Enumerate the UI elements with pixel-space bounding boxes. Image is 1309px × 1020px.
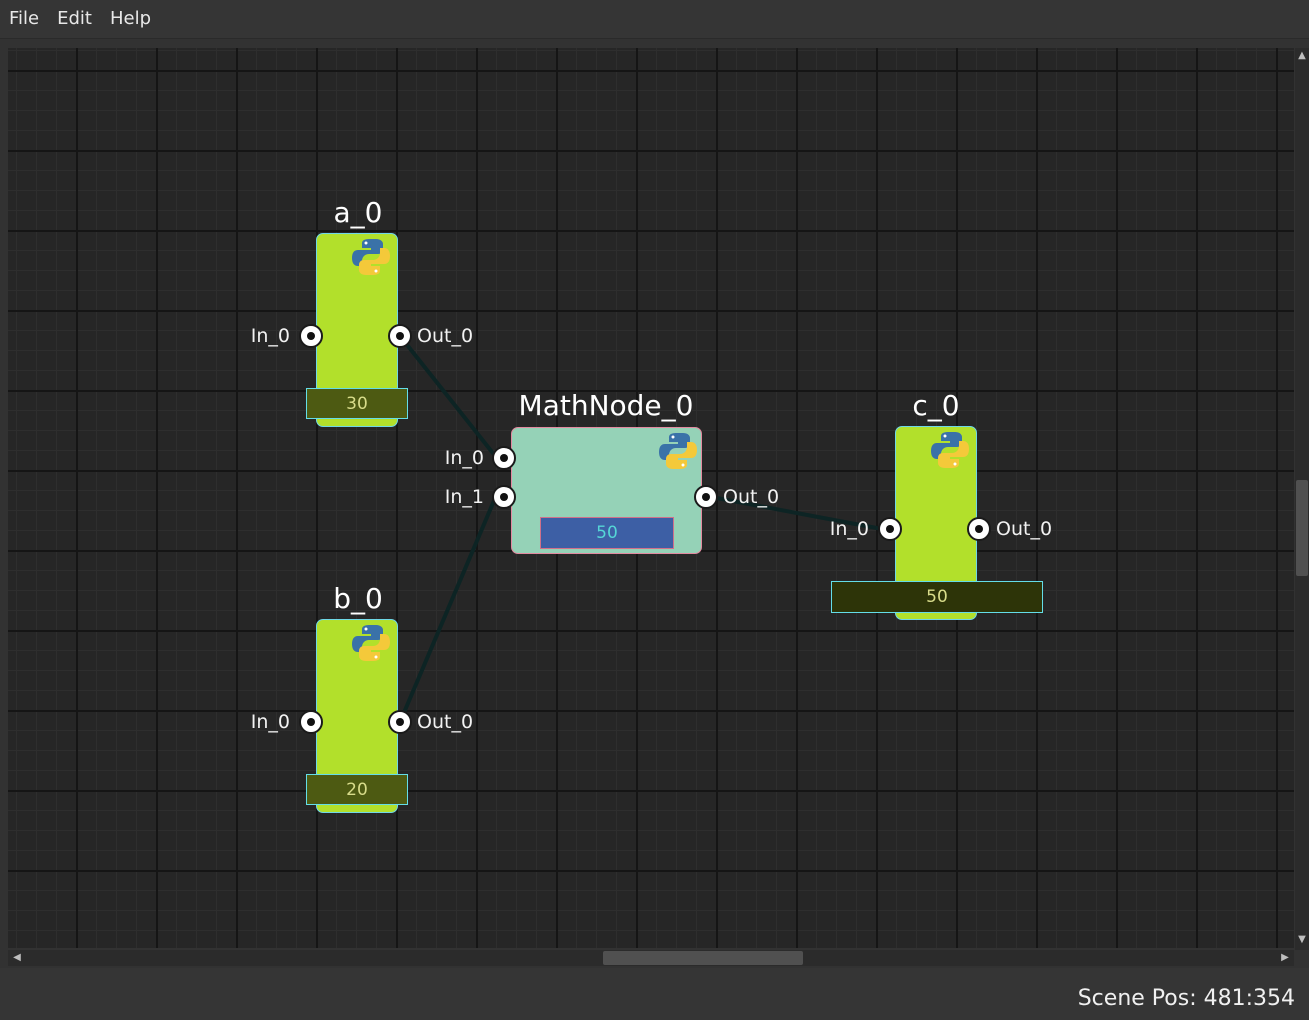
math-node-title: MathNode_0: [518, 389, 694, 422]
node-a-out-port[interactable]: [388, 324, 412, 348]
node-graph-canvas[interactable]: a_0 30 In_0 Out_0 b_0 20 In_0 Out_0 Math…: [8, 48, 1294, 948]
node-b-out-label: Out_0: [417, 711, 474, 733]
horizontal-scroll-thumb[interactable]: [603, 951, 803, 965]
scene-position-readout: Scene Pos: 481:354: [1077, 986, 1295, 1011]
vertical-scroll-thumb[interactable]: [1296, 480, 1308, 576]
menu-bar: File Edit Help: [0, 0, 1309, 39]
node-b-value-field[interactable]: 20: [306, 774, 408, 805]
node-a-title: a_0: [333, 196, 383, 229]
vertical-scrollbar[interactable]: ▲ ▼: [1295, 48, 1309, 950]
scroll-up-arrow-icon[interactable]: ▲: [1295, 50, 1309, 62]
python-logo-icon: [352, 625, 390, 661]
node-a-value-field[interactable]: 30: [306, 388, 408, 419]
node-a-out-label: Out_0: [417, 325, 474, 347]
node-b-in-label: In_0: [250, 711, 290, 733]
edge-a-to-math[interactable]: [398, 334, 498, 459]
math-node-in0-port[interactable]: [492, 446, 516, 470]
node-a-in-port[interactable]: [299, 324, 323, 348]
math-node[interactable]: 50: [511, 427, 702, 554]
math-node-out-label: Out_0: [723, 486, 780, 508]
menu-edit[interactable]: Edit: [48, 0, 101, 38]
node-c-value-field[interactable]: 50: [831, 581, 1043, 613]
python-logo-icon: [352, 239, 390, 275]
node-c-title: c_0: [912, 389, 960, 422]
node-b-in-port[interactable]: [299, 710, 323, 734]
python-logo-icon: [659, 433, 697, 469]
math-node-in1-label: In_1: [444, 486, 484, 508]
scroll-down-arrow-icon[interactable]: ▼: [1295, 934, 1309, 946]
node-c-in-port[interactable]: [878, 517, 902, 541]
node-b[interactable]: 20: [306, 619, 408, 813]
node-a-in-label: In_0: [250, 325, 290, 347]
edge-b-to-math[interactable]: [398, 495, 498, 723]
menu-help[interactable]: Help: [101, 0, 160, 38]
status-bar: Scene Pos: 481:354: [0, 968, 1309, 1020]
menu-file[interactable]: File: [0, 0, 48, 38]
math-node-in1-port[interactable]: [492, 485, 516, 509]
math-node-out-port[interactable]: [694, 485, 718, 509]
scroll-right-arrow-icon[interactable]: ▶: [1278, 952, 1292, 964]
node-b-out-port[interactable]: [388, 710, 412, 734]
node-c-in-label: In_0: [829, 518, 869, 540]
node-a[interactable]: 30: [306, 233, 408, 427]
node-c[interactable]: 50: [831, 426, 1043, 620]
python-logo-icon: [931, 432, 969, 468]
horizontal-scrollbar[interactable]: ◀ ▶: [8, 950, 1294, 966]
math-node-in0-label: In_0: [444, 447, 484, 469]
math-node-value-field[interactable]: 50: [540, 517, 674, 549]
node-c-out-port[interactable]: [967, 517, 991, 541]
scroll-left-arrow-icon[interactable]: ◀: [10, 952, 24, 964]
node-c-out-label: Out_0: [996, 518, 1053, 540]
node-b-title: b_0: [333, 582, 383, 615]
